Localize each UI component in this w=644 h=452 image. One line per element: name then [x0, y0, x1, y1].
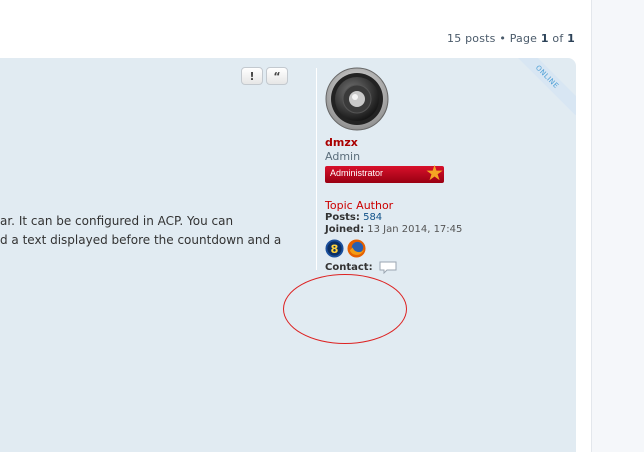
post-content: ar. It can be configured in ACP. You can… — [0, 212, 281, 250]
joined-label: Joined: — [325, 224, 365, 235]
pagination: 15 posts • Page 1 of 1 — [447, 32, 575, 45]
rank-badge-label: Administrator — [330, 168, 384, 178]
quote-button[interactable]: “ — [266, 67, 288, 85]
post-buttons: ! “ — [241, 67, 288, 85]
page-word: Page — [509, 32, 538, 45]
post-text-line: ar. It can be configured in ACP. You can — [0, 214, 234, 228]
avatar[interactable] — [325, 67, 389, 131]
contact-line: Contact: — [325, 261, 565, 274]
rank-badge: Administrator ★ — [325, 161, 444, 185]
post-profile: dmzx Admin Administrator ★ Topic Author … — [325, 67, 565, 274]
contact-label: Contact: — [325, 262, 373, 273]
speaker-icon — [325, 67, 389, 131]
topic-author: Topic Author — [325, 199, 394, 212]
bullet: • — [499, 32, 507, 45]
windows8-icon: 8 — [325, 239, 344, 258]
username[interactable]: dmzx — [325, 136, 565, 149]
posts-value[interactable]: 584 — [363, 212, 382, 223]
quote-icon: “ — [273, 69, 281, 83]
joined-value: 13 Jan 2014, 17:45 — [367, 224, 463, 235]
postprofile-divider — [316, 68, 317, 270]
posts-label: Posts: — [325, 212, 360, 223]
posts-line: Posts: 584 — [325, 212, 565, 224]
post-text-line: d a text displayed before the countdown … — [0, 233, 282, 247]
browser-icons: 8 — [325, 239, 565, 258]
current-page[interactable]: 1 — [541, 32, 549, 45]
star-icon: ★ — [425, 161, 444, 185]
total-pages[interactable]: 1 — [567, 32, 575, 45]
firefox-icon — [347, 239, 366, 258]
report-button[interactable]: ! — [241, 67, 263, 85]
post: ! “ ar. It can be configured in ACP. You… — [0, 58, 576, 452]
speech-bubble-icon[interactable] — [379, 261, 397, 274]
joined-line: Joined: 13 Jan 2014, 17:45 — [325, 224, 565, 236]
rank-title: Admin — [325, 150, 361, 163]
svg-text:8: 8 — [331, 242, 339, 256]
report-icon: ! — [249, 69, 255, 83]
of-word: of — [552, 32, 564, 45]
annotation-circle — [283, 274, 407, 344]
right-gutter — [591, 0, 644, 452]
posts-count: 15 posts — [447, 32, 496, 45]
